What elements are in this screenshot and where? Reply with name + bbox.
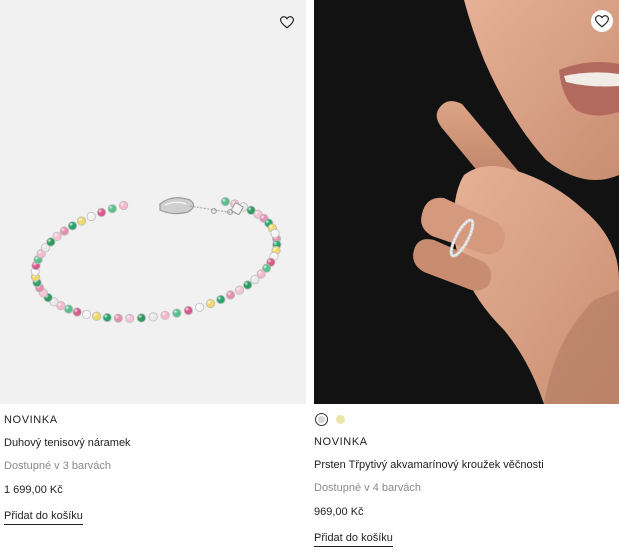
model-photo [413,0,619,404]
gem-highlight [104,314,109,319]
gem-highlight [69,222,74,227]
gem-highlight [222,198,227,203]
gem-highlight [162,312,167,317]
gem-highlight [269,225,274,230]
swatch-silver[interactable] [315,413,328,426]
add-to-cart-button[interactable]: Přidat do košíku [4,510,83,525]
gem-highlight [258,271,263,275]
product-name[interactable]: Prsten Třpytivý akvamarínový kroužek věč… [314,459,544,471]
gem-highlight [260,215,265,220]
gem-highlight [98,209,103,214]
new-badge: NOVINKA [4,414,58,426]
product-name[interactable]: Duhový tenisový náramek [4,437,131,449]
gem-highlight [65,306,70,311]
product-price: 1 699,00 Kč [4,484,63,496]
gem-highlight [115,315,120,320]
gem-highlight [74,309,79,313]
gem-highlight [272,230,276,235]
gem-highlight [255,211,259,216]
gem-highlight [78,218,83,222]
gem-highlight [38,250,43,255]
gem-highlight [217,296,222,301]
gem-highlight [251,276,256,281]
gem-highlight [126,315,131,320]
color-swatches [315,413,347,426]
product-card-ring[interactable]: NOVINKA Prsten Třpytivý akvamarínový kro… [314,0,619,547]
gem-highlight [273,241,278,246]
gem-highlight [196,304,201,309]
gem-highlight [248,207,253,212]
swatch-gold[interactable] [334,413,347,426]
gem-highlight [47,239,52,243]
gem-highlight [273,247,277,252]
gem-highlight [83,311,88,316]
gem-highlight [236,287,241,292]
gem-highlight [244,282,249,286]
new-badge: NOVINKA [314,436,368,448]
availability-text: Dostupné v 4 barvách [314,482,422,494]
gem-highlight [263,265,268,270]
product-card-bracelet[interactable]: NOVINKA Duhový tenisový náramek Dostupné… [0,0,306,525]
gem-highlight [120,202,125,207]
availability-text: Dostupné v 3 barvách [4,460,112,472]
gem-highlight [173,310,178,315]
heart-icon [595,14,609,27]
gem-highlight [57,302,62,307]
gem-highlight [109,205,114,210]
gem-highlight [54,233,59,238]
add-to-cart-button[interactable]: Přidat do košíku [314,532,393,547]
gem-highlight [207,300,212,305]
product-image-ring[interactable] [314,0,619,404]
gem-highlight [150,313,155,318]
gem-highlight [267,259,272,264]
gem-highlight [93,313,98,318]
gem-highlight [42,244,47,249]
bracelet-image [30,197,282,323]
gem-highlight [185,307,190,312]
product-image-bracelet[interactable] [0,0,306,404]
gem-highlight [88,213,93,218]
product-price: 969,00 Kč [314,506,364,518]
gem-highlight [61,228,66,232]
wishlist-button[interactable] [591,10,613,32]
gem-highlight [265,220,270,225]
gem-highlight [138,314,143,319]
gem-highlight [270,253,275,258]
heart-icon [280,15,294,28]
wishlist-button[interactable] [276,11,298,33]
gem-highlight [227,292,232,296]
